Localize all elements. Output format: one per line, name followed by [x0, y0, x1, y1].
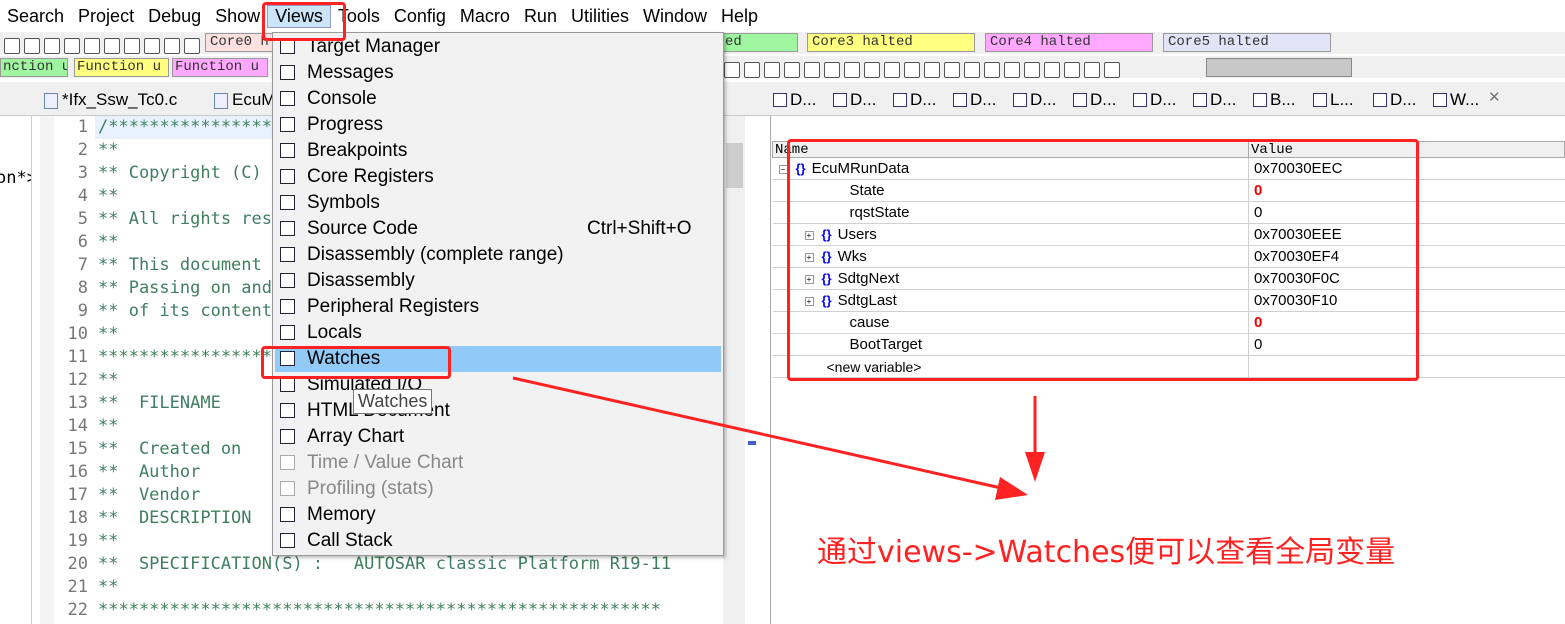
annotation-caption: 通过views->Watches便可以查看全局变量 — [817, 535, 1396, 570]
arrow-line-diagonal — [512, 376, 1011, 492]
arrow-head-diagonal — [995, 477, 1028, 500]
arrow-head-vertical — [1025, 452, 1045, 482]
